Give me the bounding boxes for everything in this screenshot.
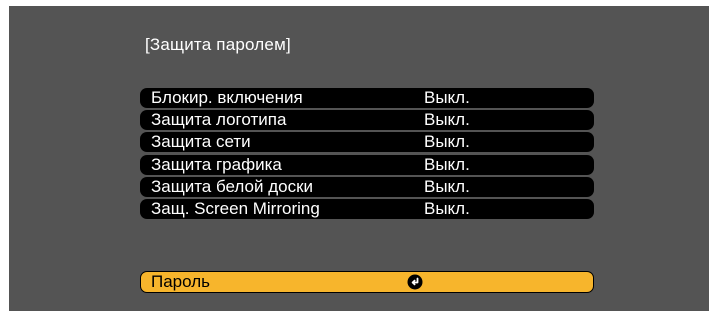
enter-icon: [407, 274, 423, 290]
setting-value: Выкл.: [424, 176, 470, 196]
setting-row-logo-protect[interactable]: Защита логотипа Выкл.: [140, 110, 594, 131]
password-label: Пароль: [151, 272, 210, 291]
setting-value: Выкл.: [424, 198, 470, 218]
setting-value: Выкл.: [424, 154, 470, 174]
setting-row-network-protect[interactable]: Защита сети Выкл.: [140, 132, 594, 153]
menu-title: [Защита паролем]: [145, 35, 291, 54]
setting-label: Блокир. включения: [151, 88, 303, 107]
setting-label: Защита белой доски: [151, 176, 314, 196]
projector-menu-screen: [Защита паролем] Блокир. включения Выкл.…: [9, 6, 709, 311]
setting-label: Защ. Screen Mirroring: [151, 198, 320, 218]
setting-value: Выкл.: [424, 110, 470, 130]
setting-row-whiteboard-protect[interactable]: Защита белой доски Выкл.: [140, 176, 594, 197]
setting-row-screen-mirroring-protect[interactable]: Защ. Screen Mirroring Выкл.: [140, 198, 594, 219]
setting-value: Выкл.: [424, 88, 470, 107]
setting-value: Выкл.: [424, 132, 470, 152]
setting-label: Защита графика: [151, 154, 282, 174]
settings-list: Блокир. включения Выкл. Защита логотипа …: [140, 88, 594, 221]
password-button[interactable]: Пароль: [140, 271, 594, 293]
setting-row-schedule-protect[interactable]: Защита графика Выкл.: [140, 154, 594, 175]
setting-row-power-on-protect[interactable]: Блокир. включения Выкл.: [140, 88, 594, 108]
setting-label: Защита сети: [151, 132, 251, 152]
setting-label: Защита логотипа: [151, 110, 287, 130]
